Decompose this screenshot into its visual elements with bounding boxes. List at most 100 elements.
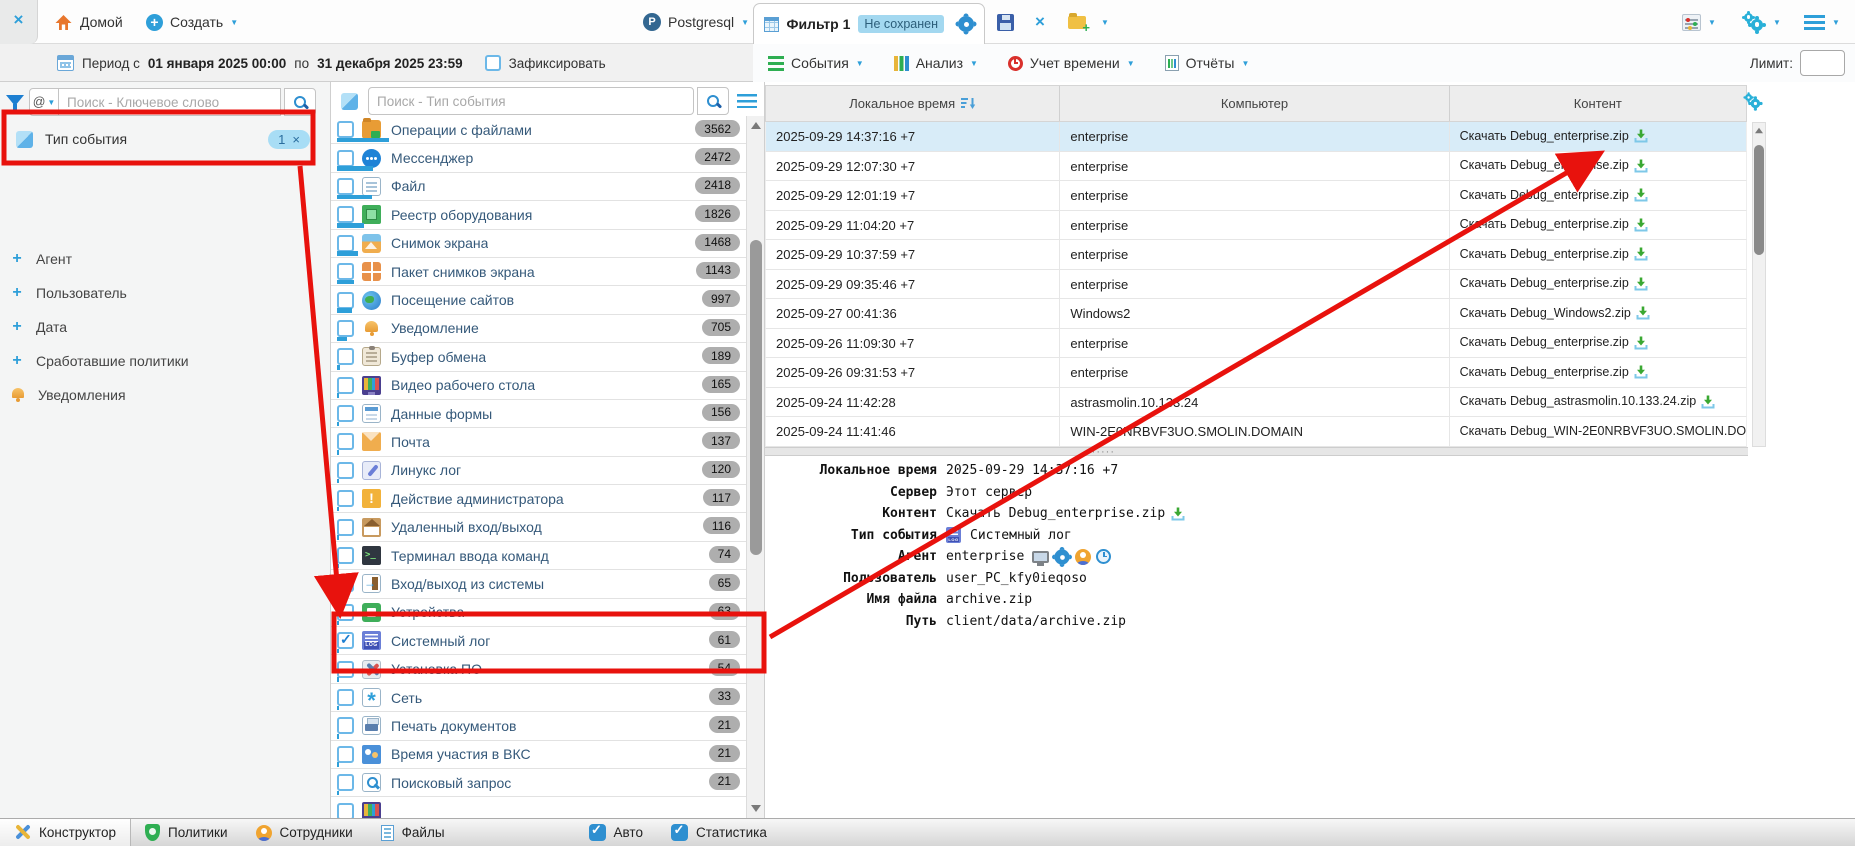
filter-chip-count-badge[interactable]: 1 × xyxy=(268,130,310,149)
download-icon[interactable] xyxy=(1634,336,1648,350)
event-type-row[interactable]: Видео рабочего стола 165 xyxy=(331,372,748,400)
event-type-checkbox[interactable] xyxy=(337,405,354,422)
event-type-row[interactable]: Сеть 33 xyxy=(331,684,748,712)
event-type-row[interactable]: Файл 2418 xyxy=(331,173,748,201)
event-type-checkbox[interactable] xyxy=(337,717,354,734)
column-header-content[interactable]: Контент xyxy=(1450,86,1746,121)
event-type-row[interactable]: Вход/выход из системы 65 xyxy=(331,570,748,598)
event-type-checkbox[interactable] xyxy=(337,689,354,706)
gear-icon[interactable] xyxy=(1055,549,1070,564)
event-type-row[interactable]: Уведомление 705 xyxy=(331,315,748,343)
event-type-row[interactable]: Печать документов 21 xyxy=(331,712,748,740)
download-icon[interactable] xyxy=(1634,218,1648,232)
download-link[interactable]: Скачать Debug_astrasmolin.10.133.24.zip xyxy=(1460,388,1697,417)
download-link[interactable]: Скачать Debug_enterprise.zip xyxy=(1460,211,1629,240)
event-type-checkbox[interactable] xyxy=(337,433,354,450)
sort-desc-icon[interactable] xyxy=(961,98,976,110)
download-link[interactable]: Скачать Debug_WIN-2E0NRBVF3UO.SMOLIN.DOM… xyxy=(1460,417,1746,446)
event-type-row[interactable]: Мессенджер 2472 xyxy=(331,144,748,172)
event-type-checkbox[interactable] xyxy=(337,235,354,252)
keyword-search-input[interactable] xyxy=(59,88,281,116)
table-row[interactable]: 2025-09-29 14:37:16 +7 enterprise Скачат… xyxy=(765,122,1747,152)
event-type-checkbox[interactable] xyxy=(337,377,354,394)
table-row[interactable]: 2025-09-29 12:07:30 +7 enterprise Скачат… xyxy=(765,152,1747,182)
download-link[interactable]: Скачать Debug_enterprise.zip xyxy=(1460,181,1629,210)
event-type-row[interactable]: Время участия в ВКС 21 xyxy=(331,741,748,769)
event-type-row[interactable]: Линукс лог 120 xyxy=(331,457,748,485)
expand-plus-icon[interactable]: + xyxy=(10,352,24,370)
event-type-checkbox[interactable] xyxy=(337,746,354,763)
download-icon[interactable] xyxy=(1171,507,1185,521)
download-link[interactable]: Скачать Debug_enterprise.zip xyxy=(1460,152,1629,181)
event-type-row[interactable]: Удаленный вход/выход 116 xyxy=(331,513,748,541)
event-type-checkbox[interactable] xyxy=(337,292,354,309)
event-type-checkbox[interactable] xyxy=(337,178,354,195)
event-type-checkbox[interactable] xyxy=(337,206,354,223)
table-row[interactable]: 2025-09-29 12:01:19 +7 enterprise Скачат… xyxy=(765,181,1747,211)
services-button[interactable]: ▼ xyxy=(1742,0,1781,44)
event-type-row[interactable]: Данные формы 156 xyxy=(331,400,748,428)
database-selector[interactable]: P Postgresql ▼ xyxy=(643,0,749,44)
event-type-checkbox[interactable] xyxy=(337,661,354,678)
download-link[interactable]: Скачать Debug_enterprise.zip xyxy=(1460,270,1629,299)
scroll-up-icon[interactable] xyxy=(751,122,761,129)
sidebar-item-triggered-policies[interactable]: + Сработавшие политики xyxy=(0,344,330,378)
event-type-row[interactable]: Устройства 63 xyxy=(331,599,748,627)
event-type-search-button[interactable] xyxy=(697,87,729,115)
event-type-checkbox[interactable] xyxy=(337,575,354,592)
download-link[interactable]: Скачать Debug_enterprise.zip xyxy=(946,506,1165,521)
column-settings-gears-icon[interactable] xyxy=(1743,94,1762,109)
clock-icon[interactable] xyxy=(1096,549,1111,564)
pane-splitter[interactable]: ······ xyxy=(765,447,1748,456)
download-icon[interactable] xyxy=(1634,277,1648,291)
keyword-mode-select[interactable]: @▼ xyxy=(29,88,59,116)
close-filter-button[interactable]: × xyxy=(1035,0,1045,44)
events-scrollbar[interactable] xyxy=(1752,122,1766,447)
download-icon[interactable] xyxy=(1634,247,1648,261)
tab-analysis[interactable]: Анализ ▼ xyxy=(894,55,978,71)
event-type-checkbox[interactable] xyxy=(337,519,354,536)
download-icon[interactable] xyxy=(1634,159,1648,173)
event-type-checkbox[interactable] xyxy=(337,803,354,818)
filter-settings-gear-icon[interactable] xyxy=(958,16,974,32)
column-header-computer[interactable]: Компьютер xyxy=(1060,86,1449,121)
tab-reports[interactable]: Отчёты ▼ xyxy=(1165,55,1250,71)
sidebar-item-notifications[interactable]: Уведомления xyxy=(0,378,330,412)
scrollbar-thumb[interactable] xyxy=(750,240,762,555)
download-icon[interactable] xyxy=(1634,129,1648,143)
event-type-row[interactable]: Операции с файлами 3562 xyxy=(331,116,748,144)
tab-files[interactable]: Файлы xyxy=(367,819,459,846)
view-settings-button[interactable]: ▼ xyxy=(1682,0,1716,44)
save-filter-button[interactable] xyxy=(997,0,1014,44)
event-type-checkbox[interactable] xyxy=(337,150,354,167)
main-menu-button[interactable]: ▼ xyxy=(1804,0,1840,44)
event-type-row[interactable]: Установка ПО 54 xyxy=(331,655,748,683)
event-type-checkbox[interactable] xyxy=(337,348,354,365)
list-menu-icon[interactable] xyxy=(737,94,757,108)
download-link[interactable]: Скачать Debug_Windows2.zip xyxy=(1460,299,1631,328)
tab-employees[interactable]: Сотрудники xyxy=(242,819,367,846)
sidebar-item-user[interactable]: + Пользователь xyxy=(0,276,330,310)
event-type-checkbox[interactable] xyxy=(337,774,354,791)
person-icon[interactable] xyxy=(1075,549,1091,565)
event-type-search-input[interactable] xyxy=(368,87,694,115)
remove-filter-icon[interactable]: × xyxy=(292,132,300,147)
event-type-row[interactable]: Действие администратора 117 xyxy=(331,485,748,513)
sidebar-item-date[interactable]: + Дата xyxy=(0,310,330,344)
tab-events[interactable]: События ▼ xyxy=(768,55,864,71)
expand-plus-icon[interactable]: + xyxy=(10,318,24,336)
expand-plus-icon[interactable]: + xyxy=(10,284,24,302)
column-header-local-time[interactable]: Локальное время xyxy=(766,86,1060,121)
close-icon[interactable]: × xyxy=(0,0,38,44)
download-icon[interactable] xyxy=(1634,365,1648,379)
auto-checkbox[interactable]: Авто xyxy=(589,824,643,841)
download-link[interactable]: Скачать Debug_enterprise.zip xyxy=(1460,329,1629,358)
statistics-checkbox[interactable]: Статистика xyxy=(671,824,767,841)
event-type-checkbox[interactable] xyxy=(337,547,354,564)
download-link[interactable]: Скачать Debug_enterprise.zip xyxy=(1460,122,1629,151)
event-type-row[interactable]: Посещение сайтов 997 xyxy=(331,286,748,314)
create-button[interactable]: + Создать ▼ xyxy=(146,0,238,44)
keyword-search-button[interactable] xyxy=(284,88,316,116)
fix-period-checkbox[interactable] xyxy=(485,55,501,71)
event-type-scrollbar[interactable] xyxy=(746,116,764,818)
